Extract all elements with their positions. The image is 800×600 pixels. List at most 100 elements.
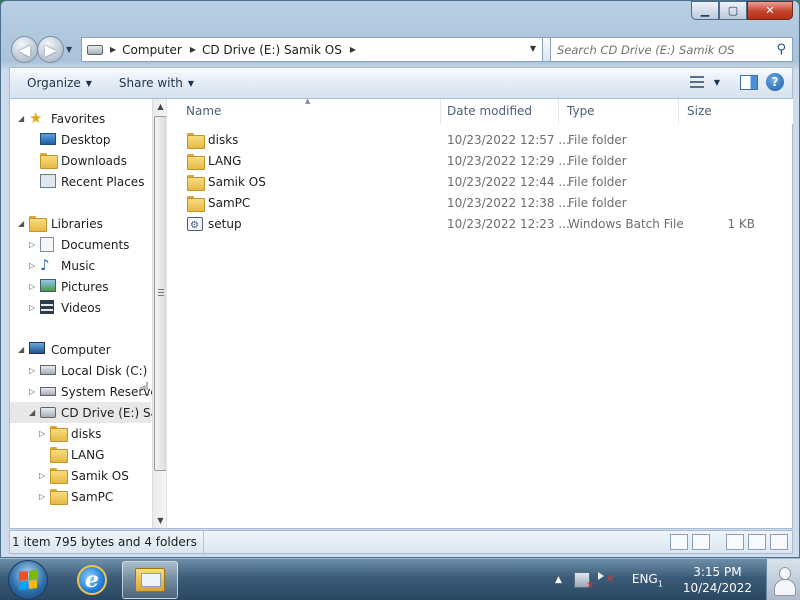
address-dropdown-icon[interactable]: ▼	[530, 44, 536, 53]
column-size[interactable]: Size	[679, 99, 784, 124]
expand-arrow-icon[interactable]: ▷	[39, 471, 45, 480]
search-box[interactable]: ⚲	[550, 37, 793, 62]
expand-arrow-icon[interactable]: ◢	[18, 219, 24, 228]
nav-documents[interactable]: ▷ Documents	[10, 234, 151, 255]
expand-arrow-icon[interactable]: ▷	[29, 366, 35, 375]
chevron-right-icon[interactable]: ▶	[190, 45, 196, 54]
downloads-folder-icon	[40, 153, 58, 169]
file-date: 10/23/2022 12:44 ...	[447, 175, 570, 189]
recent-pages-dropdown[interactable]: ▼	[66, 45, 72, 54]
taskbar-internet-explorer[interactable]: e	[64, 561, 120, 599]
view-options-dropdown[interactable]: ▼	[714, 78, 720, 87]
clock[interactable]: 3:15 PM 10/24/2022	[683, 564, 752, 596]
expand-arrow-icon[interactable]: ▷	[39, 429, 45, 438]
file-row-samik-os[interactable]: Samik OS 10/23/2022 12:44 ... File folde…	[185, 172, 785, 193]
column-name[interactable]: Name	[178, 99, 441, 124]
expand-arrow-icon[interactable]: ▷	[29, 303, 35, 312]
expand-arrow-icon[interactable]: ▷	[29, 387, 35, 396]
input-language-indicator[interactable]: ENG1	[632, 572, 663, 588]
folder-icon	[187, 133, 205, 149]
nav-videos[interactable]: ▷ Videos	[10, 297, 151, 318]
chevron-right-icon[interactable]: ▶	[110, 45, 116, 54]
nav-computer[interactable]: ◢ Computer	[10, 339, 151, 360]
start-button[interactable]	[8, 560, 48, 600]
chevron-right-icon[interactable]: ▶	[350, 45, 356, 54]
scroll-thumb[interactable]	[154, 116, 166, 471]
nav-desktop[interactable]: Desktop	[10, 129, 151, 150]
thumbnail-view-icon[interactable]	[692, 534, 710, 550]
folder-icon	[50, 468, 68, 484]
help-icon[interactable]: ?	[766, 73, 784, 91]
file-name: LANG	[208, 154, 242, 168]
details-pane-toggle-icon[interactable]	[770, 534, 788, 550]
file-type: File folder	[568, 133, 627, 147]
nav-scrollbar[interactable]: ▲ ▼	[152, 99, 166, 528]
nav-libraries[interactable]: ◢ Libraries	[10, 213, 151, 234]
address-bar[interactable]: ▶ Computer ▶ CD Drive (E:) Samik OS ▶ ▼	[81, 37, 543, 62]
preview-pane-toggle-icon[interactable]	[748, 534, 766, 550]
internet-explorer-icon: e	[77, 565, 107, 595]
windows-logo-icon	[19, 570, 37, 590]
column-date-modified[interactable]: Date modified	[439, 99, 559, 124]
organize-button[interactable]: Organize ▼	[10, 76, 102, 90]
file-row-lang[interactable]: LANG 10/23/2022 12:29 ... File folder	[185, 151, 785, 172]
expand-arrow-icon[interactable]: ▷	[39, 492, 45, 501]
file-date: 10/23/2022 12:29 ...	[447, 154, 570, 168]
volume-muted-icon[interactable]: ✕	[597, 572, 616, 588]
taskbar-windows-explorer[interactable]	[122, 561, 178, 599]
nav-cd-drive-e[interactable]: ◢ CD Drive (E:) Samik OS	[10, 402, 166, 423]
nav-samik-os[interactable]: ▷ Samik OS	[10, 465, 151, 486]
nav-lang[interactable]: LANG	[10, 444, 151, 465]
folder-icon	[187, 154, 205, 170]
change-view-icon[interactable]	[688, 75, 706, 89]
file-row-sampc[interactable]: SamPC 10/23/2022 12:38 ... File folder	[185, 193, 785, 214]
show-hidden-icons-icon[interactable]: ▲	[555, 575, 562, 585]
recent-places-icon	[40, 174, 56, 188]
scroll-down-arrow-icon[interactable]: ▼	[153, 513, 166, 528]
forward-button[interactable]: ▶	[37, 36, 64, 63]
nav-local-disk-c[interactable]: ▷ Local Disk (C:)	[10, 360, 151, 381]
hard-disk-icon	[40, 387, 56, 396]
file-row-disks[interactable]: disks 10/23/2022 12:57 ... File folder	[185, 130, 785, 151]
expand-arrow-icon[interactable]: ▷	[29, 240, 35, 249]
organize-label: Organize	[27, 76, 81, 90]
user-account-button[interactable]	[766, 559, 800, 600]
layout-icon[interactable]	[726, 534, 744, 550]
expand-arrow-icon[interactable]: ◢	[18, 114, 24, 123]
nav-disks[interactable]: ▷ disks	[10, 423, 151, 444]
nav-recent-places[interactable]: Recent Places	[10, 171, 151, 192]
expand-arrow-icon[interactable]: ▷	[29, 282, 35, 291]
share-with-button[interactable]: Share with ▼	[102, 76, 204, 90]
expand-arrow-icon[interactable]: ◢	[18, 345, 24, 354]
column-header: ▲ Name Date modified Type Size	[167, 97, 793, 124]
nav-music[interactable]: ▷ ♪ Music	[10, 255, 151, 276]
details-view-icon[interactable]	[670, 534, 688, 550]
column-type[interactable]: Type	[559, 99, 679, 124]
documents-icon	[40, 237, 54, 252]
music-icon: ♪	[40, 256, 50, 274]
close-button[interactable]: ✕	[747, 1, 793, 20]
breadcrumb-computer[interactable]: Computer	[122, 43, 182, 57]
nav-favorites[interactable]: ◢ ★ Favorites	[10, 108, 151, 129]
breadcrumb-cd-drive[interactable]: CD Drive (E:) Samik OS	[202, 43, 342, 57]
preview-pane-icon[interactable]	[740, 74, 758, 90]
windows-explorer-icon	[135, 568, 165, 592]
maximize-button[interactable]: ▢	[719, 1, 747, 20]
search-icon[interactable]: ⚲	[776, 42, 786, 57]
file-type: File folder	[568, 175, 627, 189]
file-name: Samik OS	[208, 175, 266, 189]
nav-system-reserved[interactable]: ▷ System Reserved	[10, 381, 165, 402]
nav-downloads[interactable]: Downloads	[10, 150, 151, 171]
minimize-button[interactable]: ▁	[691, 1, 719, 20]
cd-drive-icon	[82, 38, 108, 61]
expand-arrow-icon[interactable]: ▷	[29, 261, 35, 270]
scroll-up-arrow-icon[interactable]: ▲	[153, 99, 166, 115]
expand-arrow-icon[interactable]: ◢	[29, 408, 35, 417]
file-row-setup[interactable]: setup 10/23/2022 12:23 ... Windows Batch…	[185, 214, 785, 236]
action-center-icon[interactable]	[573, 572, 594, 591]
nav-sampc[interactable]: ▷ SamPC	[10, 486, 151, 507]
back-button[interactable]: ◀	[11, 36, 38, 63]
search-input[interactable]	[557, 42, 765, 57]
file-date: 10/23/2022 12:57 ...	[447, 133, 570, 147]
nav-pictures[interactable]: ▷ Pictures	[10, 276, 151, 297]
